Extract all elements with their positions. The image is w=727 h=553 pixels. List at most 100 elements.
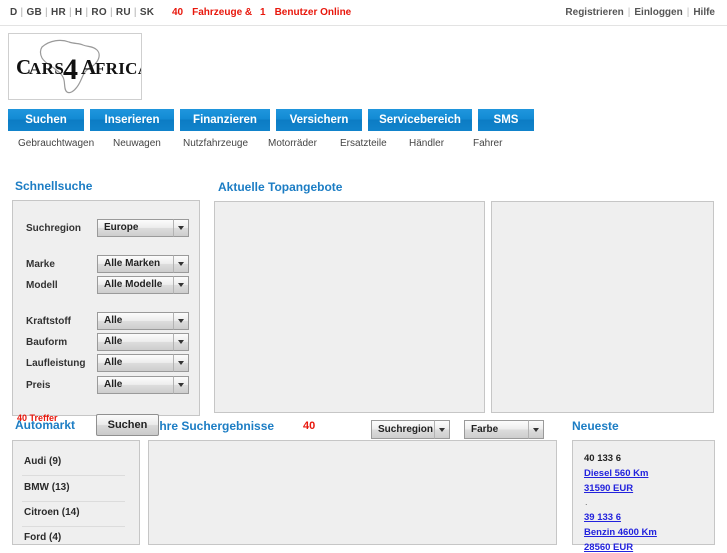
nav-tab-finanzieren[interactable]: Finanzieren [180,109,270,131]
field-label-suchregion: Suchregion [26,223,82,234]
neueste-heading: Neueste [572,419,619,433]
nav-tab-versichern[interactable]: Versichern [276,109,362,131]
modell-select[interactable]: Alle Modelle [97,276,189,294]
main-navigation: Suchen Inserieren Finanzieren Versichern… [8,109,534,131]
results-filter-farbe-value: Farbe [464,420,528,439]
lang-separator: | [85,7,89,18]
field-row-modell: Modell Alle Modelle [13,276,199,296]
online-users-value: 1 [260,7,266,18]
vehicle-count-stat: 40 Fahrzeuge & [172,7,252,18]
chevron-down-icon[interactable] [434,420,450,439]
field-row-suchregion: Suchregion Europe [13,219,199,239]
nav-tab-label: Servicebereich [379,114,461,126]
language-switcher[interactable]: D | GB | HR | H | RO | RU | SK [10,7,154,18]
svg-text:ARS: ARS [29,59,64,78]
nav-tab-label: Inserieren [104,114,160,126]
nav-tab-servicebereich[interactable]: Servicebereich [368,109,472,131]
suchregion-select-value: Europe [97,219,173,237]
lang-link-ru[interactable]: RU [116,7,131,18]
listing-title-2[interactable]: 39 133 6 [584,512,621,523]
register-link[interactable]: Registrieren [565,7,623,18]
subnav-item-nutzfahrzeuge[interactable]: Nutzfahrzeuge [183,138,248,149]
chevron-down-icon[interactable] [173,333,189,351]
site-logo[interactable]: C ARS 4 A FRICA [8,33,142,100]
brand-item-audi[interactable]: Audi (9) [24,456,61,467]
chevron-down-icon[interactable] [528,420,544,439]
chevron-down-icon[interactable] [173,219,189,237]
account-separator: | [686,7,690,18]
nav-tab-label: Versichern [289,114,349,126]
listing-price-1[interactable]: 31590 EUR [584,483,633,494]
listing-price-2[interactable]: 28560 EUR [584,542,633,553]
subnav-item-fahrer[interactable]: Fahrer [473,138,502,149]
listing-title-1: 40 133 6 [584,453,621,464]
preis-select-value: Alle [97,376,173,394]
modell-select-value: Alle Modelle [97,276,173,294]
online-users-stat: 1 Benutzer Online [260,7,351,18]
field-row-laufleistung: Laufleistung Alle [13,354,199,374]
lang-link-hr[interactable]: HR [51,7,66,18]
subnav-item-motorraeder[interactable]: Motorräder [268,138,317,149]
nav-tab-sms[interactable]: SMS [478,109,534,131]
results-filter-suchregion-select[interactable]: Suchregion [371,420,450,439]
lang-separator: | [45,7,48,18]
brand-item-ford[interactable]: Ford (4) [24,532,61,543]
vehicle-count-value: 40 [172,7,184,18]
laufleistung-select-value: Alle [97,354,173,372]
chevron-down-icon[interactable] [173,312,189,330]
nav-tab-label: Suchen [25,114,67,126]
brand-filter-panel: Audi (9) BMW (13) Citroen (14) Ford (4) [12,440,140,545]
preis-select[interactable]: Alle [97,376,189,394]
bauform-select[interactable]: Alle [97,333,189,351]
listing-spec-2[interactable]: Benzin 4600 Km [584,527,657,538]
lang-link-ro[interactable]: RO [91,7,107,18]
field-label-marke: Marke [26,259,55,270]
brand-divider [22,475,125,476]
kraftstoff-select[interactable]: Alle [97,312,189,330]
marke-select[interactable]: Alle Marken [97,255,189,273]
field-label-kraftstoff: Kraftstoff [26,316,71,327]
subnav-item-neuwagen[interactable]: Neuwagen [113,138,161,149]
subnav-item-haendler[interactable]: Händler [409,138,444,149]
chevron-down-icon[interactable] [173,255,189,273]
suchregion-select[interactable]: Europe [97,219,189,237]
results-filter-farbe-select[interactable]: Farbe [464,420,544,439]
search-submit-button[interactable]: Suchen [96,414,159,436]
chevron-down-icon[interactable] [173,354,189,372]
field-row-kraftstoff: Kraftstoff Alle [13,312,199,332]
vehicle-count-label: Fahrzeuge & [192,7,253,18]
lang-link-sk[interactable]: SK [140,7,155,18]
neueste-listings-panel: 40 133 6 Diesel 560 Km 31590 EUR . 39 13… [572,440,715,553]
field-label-laufleistung: Laufleistung [26,358,86,369]
subnav-item-gebrauchtwagen[interactable]: Gebrauchtwagen [18,138,94,149]
help-link[interactable]: Hilfe [693,7,715,18]
lang-link-gb[interactable]: GB [26,7,42,18]
top-bar: D | GB | HR | H | RO | RU | SK 40 Fahrzeuge & 1 Benutz… [0,0,727,26]
lang-separator: | [69,7,72,18]
chevron-down-icon[interactable] [173,276,189,294]
brand-item-bmw[interactable]: BMW (13) [24,482,70,493]
topangebot-box-2[interactable] [491,201,714,413]
login-link[interactable]: Einloggen [634,7,682,18]
field-row-marke: Marke Alle Marken [13,255,199,275]
field-label-modell: Modell [26,280,58,291]
nav-tab-suchen[interactable]: Suchen [8,109,84,131]
brand-divider [22,526,125,527]
listing-spec-1[interactable]: Diesel 560 Km [584,468,648,479]
nav-tab-label: Finanzieren [193,114,257,126]
sub-navigation: Gebrauchtwagen Neuwagen Nutzfahrzeuge Mo… [0,138,727,156]
search-results-area [148,440,557,545]
topangebot-box-1[interactable] [214,201,485,413]
lang-link-d[interactable]: D [10,7,18,18]
account-separator: | [627,7,631,18]
results-count-value: 40 [303,420,316,432]
nav-tab-inserieren[interactable]: Inserieren [90,109,174,131]
online-users-label: Benutzer Online [274,7,352,18]
field-label-preis: Preis [26,380,51,391]
subnav-item-ersatzteile[interactable]: Ersatzteile [340,138,387,149]
field-row-bauform: Bauform Alle [13,333,199,353]
laufleistung-select[interactable]: Alle [97,354,189,372]
brand-item-citroen[interactable]: Citroen (14) [24,507,80,518]
svg-text:4: 4 [63,53,78,86]
chevron-down-icon[interactable] [173,376,189,394]
